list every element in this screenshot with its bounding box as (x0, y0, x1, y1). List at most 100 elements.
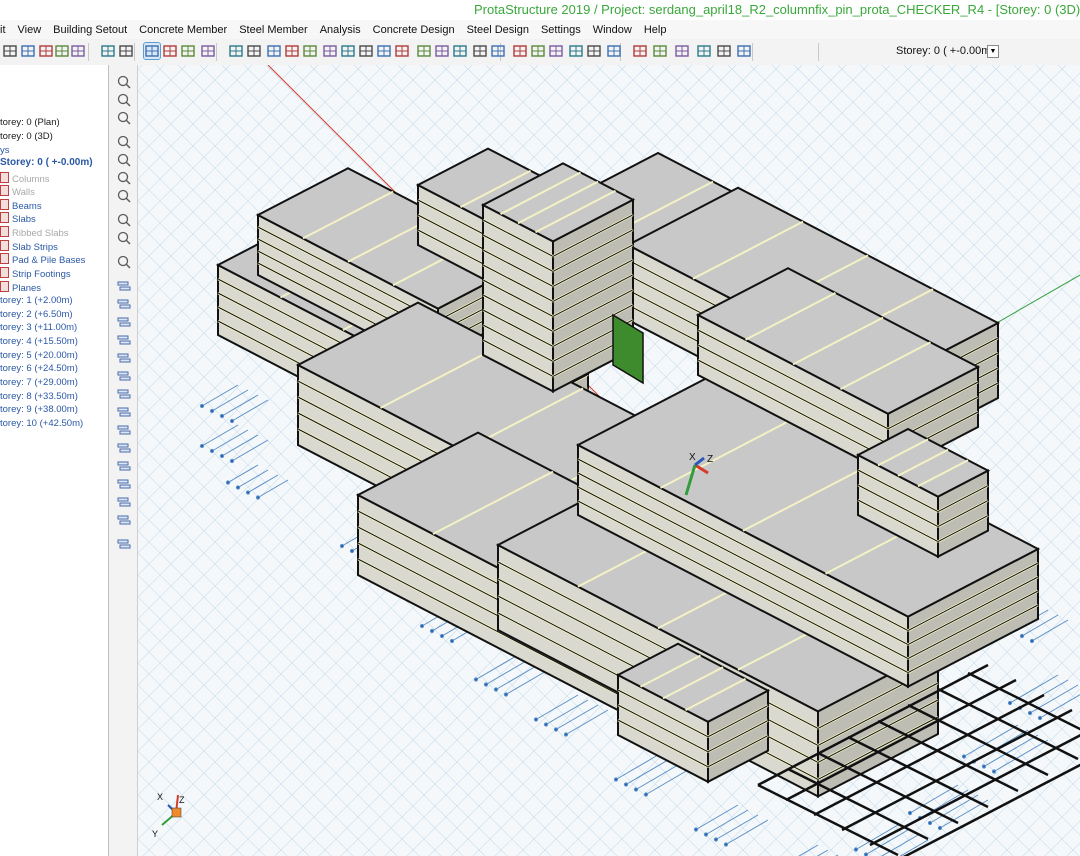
storey-icon[interactable] (117, 477, 131, 491)
tree-item[interactable]: ys (0, 145, 10, 156)
tree-item[interactable]: torey: 2 (+6.50m) (0, 309, 73, 320)
pointer-icon[interactable] (228, 43, 244, 59)
zoom-all-icon[interactable] (117, 189, 131, 203)
tree-item[interactable]: torey: 4 (+15.50m) (0, 336, 78, 347)
storey-icon[interactable] (117, 441, 131, 455)
axis-tool-icon[interactable] (117, 111, 131, 125)
tree-item[interactable]: Walls (0, 185, 35, 198)
axis-icon[interactable] (472, 43, 488, 59)
storey-icon[interactable] (117, 495, 131, 509)
beam-icon[interactable] (340, 43, 356, 59)
tree-item[interactable]: Pad & Pile Bases (0, 253, 85, 266)
menu-item-steel-member[interactable]: Steel Member (233, 24, 313, 36)
tree-item[interactable]: Beams (0, 199, 42, 212)
section-cut-icon[interactable] (117, 255, 131, 269)
select-icon[interactable] (143, 42, 161, 60)
section-icon[interactable] (548, 43, 564, 59)
line-icon[interactable] (246, 43, 262, 59)
tree-item[interactable]: torey: 1 (+2.00m) (0, 295, 73, 306)
arrow-tool-icon[interactable] (117, 213, 131, 227)
menu-item-settings[interactable]: Settings (535, 24, 587, 36)
table-icon[interactable] (512, 43, 528, 59)
design-icon[interactable] (632, 43, 648, 59)
stair-icon[interactable] (394, 43, 410, 59)
tree-item[interactable]: Ribbed Slabs (0, 226, 69, 239)
tree-item[interactable]: torey: 3 (+11.00m) (0, 322, 77, 333)
3d-viewport[interactable]: XZXZY (138, 65, 1080, 856)
tree-item[interactable]: Slab Strips (0, 240, 58, 253)
storey-icon[interactable] (117, 537, 131, 551)
schedule-icon[interactable] (696, 43, 712, 59)
pattern-icon[interactable] (674, 43, 690, 59)
render-icon[interactable] (530, 43, 546, 59)
model-3d-canvas[interactable]: X ZX ZY (138, 65, 1080, 856)
storey-icon[interactable] (117, 279, 131, 293)
chevron-down-icon[interactable]: ▼ (987, 45, 999, 58)
menu-item-steel-design[interactable]: Steel Design (461, 24, 535, 36)
tree-item[interactable]: torey: 0 (3D) (0, 131, 53, 142)
tree-item[interactable]: torey: 10 (+42.50m) (0, 418, 83, 429)
wall-icon[interactable] (322, 43, 338, 59)
checker-icon[interactable] (652, 43, 668, 59)
print-icon[interactable] (20, 43, 36, 59)
tree-item[interactable]: Storey: 0 ( +-0.00m) (0, 157, 93, 168)
dimension-icon[interactable] (284, 43, 300, 59)
pick-icon[interactable] (162, 43, 178, 59)
tree-item[interactable]: torey: 0 (Plan) (0, 117, 60, 128)
analysis-icon[interactable] (606, 43, 622, 59)
storey-selector[interactable]: Storey: 0 ( +-0.00m) (896, 45, 994, 57)
globe-icon[interactable] (117, 93, 131, 107)
menu-item-building-setout[interactable]: Building Setout (47, 24, 133, 36)
view-icon[interactable] (568, 43, 584, 59)
tree-item[interactable]: Strip Footings (0, 267, 71, 280)
pencil-icon[interactable] (117, 75, 131, 89)
tree-item[interactable]: torey: 8 (+33.50m) (0, 391, 78, 402)
storey-icon[interactable] (117, 387, 131, 401)
storey-icon[interactable] (117, 405, 131, 419)
storey-icon[interactable] (117, 297, 131, 311)
grid-icon[interactable] (266, 43, 282, 59)
properties-icon[interactable] (716, 43, 732, 59)
tree-item[interactable]: torey: 7 (+29.00m) (0, 377, 78, 388)
column-icon[interactable] (302, 43, 318, 59)
foundation-icon[interactable] (434, 43, 450, 59)
menu-item-help[interactable]: Help (638, 24, 673, 36)
export-icon[interactable] (70, 43, 86, 59)
report-icon[interactable] (54, 43, 70, 59)
level-icon[interactable] (490, 43, 506, 59)
opening-icon[interactable] (376, 43, 392, 59)
open-icon[interactable] (2, 43, 18, 59)
slab-icon[interactable] (358, 43, 374, 59)
tree-item[interactable]: torey: 5 (+20.00m) (0, 350, 78, 361)
window-select-icon[interactable] (180, 43, 196, 59)
load-icon[interactable] (416, 43, 432, 59)
storey-icon[interactable] (117, 351, 131, 365)
zoom-in-icon[interactable] (117, 135, 131, 149)
check-icon[interactable] (586, 43, 602, 59)
menu-item-concrete-member[interactable]: Concrete Member (133, 24, 233, 36)
menu-item-analysis[interactable]: Analysis (314, 24, 367, 36)
menu-item-it[interactable]: it (0, 24, 12, 36)
zoom-window-icon[interactable] (117, 171, 131, 185)
tree-item[interactable]: torey: 6 (+24.50m) (0, 363, 78, 374)
menu-item-window[interactable]: Window (587, 24, 638, 36)
storey-icon[interactable] (117, 459, 131, 473)
undo-icon[interactable] (100, 43, 116, 59)
storey-icon[interactable] (117, 423, 131, 437)
settings-icon[interactable] (452, 43, 468, 59)
menu-item-concrete-design[interactable]: Concrete Design (367, 24, 461, 36)
rotate-icon[interactable] (117, 153, 131, 167)
copy-view-icon[interactable] (117, 231, 131, 245)
tree-item[interactable]: Columns (0, 172, 50, 185)
tree-item[interactable]: Planes (0, 281, 41, 294)
print-preview-icon[interactable] (38, 43, 54, 59)
tree-item[interactable]: Slabs (0, 212, 36, 225)
storey-icon[interactable] (117, 333, 131, 347)
delete-icon[interactable] (200, 43, 216, 59)
storey-icon[interactable] (117, 315, 131, 329)
storey-icon[interactable] (117, 369, 131, 383)
menu-item-view[interactable]: View (12, 24, 48, 36)
zoom-menu-icon[interactable] (736, 43, 752, 59)
storey-icon[interactable] (117, 513, 131, 527)
tree-item[interactable]: torey: 9 (+38.00m) (0, 404, 78, 415)
